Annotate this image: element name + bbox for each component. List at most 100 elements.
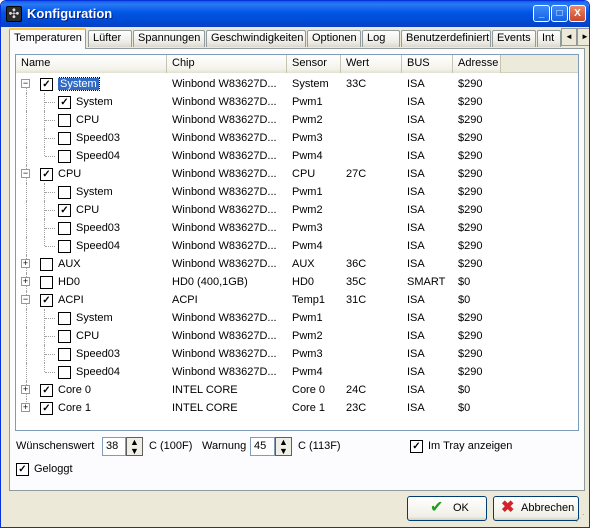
cell-bus: ISA bbox=[407, 348, 425, 360]
tree-line bbox=[44, 237, 45, 246]
table-row[interactable]: Speed04 Winbond W83627D... Pwm4 ISA $290 bbox=[16, 147, 578, 165]
table-row[interactable]: CPU Winbond W83627D... Pwm2 ISA $290 bbox=[16, 327, 578, 345]
minimize-button[interactable]: _ bbox=[533, 5, 550, 22]
tab-log[interactable]: Log bbox=[362, 30, 400, 47]
column-header-wert[interactable]: Wert bbox=[341, 55, 402, 73]
row-checkbox[interactable] bbox=[40, 276, 53, 289]
tab-temperaturen[interactable]: Temperaturen bbox=[9, 28, 86, 49]
maximize-button[interactable]: □ bbox=[551, 5, 568, 22]
row-checkbox[interactable]: ✓ bbox=[40, 78, 53, 91]
row-checkbox[interactable]: ✓ bbox=[40, 168, 53, 181]
table-row[interactable]: + HD0 HD0 (400,1GB) HD0 35C SMART $0 bbox=[16, 273, 578, 291]
row-checkbox[interactable] bbox=[58, 132, 71, 145]
resize-grip-icon[interactable]: ⋰ bbox=[575, 513, 587, 525]
table-row[interactable]: Speed03 Winbond W83627D... Pwm3 ISA $290 bbox=[16, 219, 578, 237]
table-row[interactable]: + AUX Winbond W83627D... AUX 36C ISA $290 bbox=[16, 255, 578, 273]
expand-icon[interactable]: + bbox=[21, 259, 30, 268]
cancel-button[interactable]: ✖ Abbrechen bbox=[493, 496, 579, 521]
expand-icon[interactable]: + bbox=[21, 385, 30, 394]
tree-line bbox=[26, 219, 27, 237]
tab-luefter[interactable]: Lüfter bbox=[88, 30, 132, 47]
row-checkbox[interactable]: ✓ bbox=[58, 204, 71, 217]
table-row[interactable]: ✓ System Winbond W83627D... Pwm1 ISA $290 bbox=[16, 93, 578, 111]
column-header-sensor[interactable]: Sensor bbox=[287, 55, 341, 73]
row-name: Core 0 bbox=[58, 384, 92, 396]
table-row[interactable]: System Winbond W83627D... Pwm1 ISA $290 bbox=[16, 309, 578, 327]
row-checkbox[interactable] bbox=[58, 348, 71, 361]
tab-scroll-right-icon[interactable]: ► bbox=[577, 28, 589, 46]
table-row[interactable]: − ✓ System Winbond W83627D... System 33C ISA $2… bbox=[16, 75, 578, 93]
cell-bus: ISA bbox=[407, 204, 425, 216]
wunschwert-unit: C (100F) bbox=[149, 440, 193, 452]
row-checkbox[interactable] bbox=[40, 258, 53, 271]
tray-checkbox[interactable]: ✓ bbox=[410, 440, 423, 453]
sensor-tree-list[interactable]: Name Chip Sensor Wert BUS Adresse − ✓ Syst… bbox=[15, 54, 579, 431]
tab-spannungen[interactable]: Spannungen bbox=[133, 30, 205, 47]
row-checkbox[interactable]: ✓ bbox=[40, 294, 53, 307]
table-row[interactable]: System Winbond W83627D... Pwm1 ISA $290 bbox=[16, 183, 578, 201]
tree-line bbox=[26, 111, 27, 129]
table-row[interactable]: Speed03 Winbond W83627D... Pwm3 ISA $290 bbox=[16, 345, 578, 363]
table-row[interactable]: Speed04 Winbond W83627D... Pwm4 ISA $290 bbox=[16, 363, 578, 381]
table-row[interactable]: + ✓ Core 0 INTEL CORE Core 0 24C ISA $0 bbox=[16, 381, 578, 399]
table-row[interactable]: Speed03 Winbond W83627D... Pwm3 ISA $290 bbox=[16, 129, 578, 147]
table-row[interactable]: − ✓ ACPI ACPI Temp1 31C ISA $0 bbox=[16, 291, 578, 309]
tab-events[interactable]: Events bbox=[492, 30, 536, 47]
cell-sensor: Temp1 bbox=[292, 294, 326, 306]
tab-benutzerdefiniert[interactable]: Benutzerdefiniert bbox=[401, 30, 491, 47]
column-header-name[interactable]: Name bbox=[16, 55, 167, 73]
cell-chip: ACPI bbox=[172, 294, 198, 306]
wunschwert-label: Wünschenswert bbox=[16, 440, 95, 452]
tab-geschwindigkeiten[interactable]: Geschwindigkeiten bbox=[206, 30, 306, 47]
row-checkbox[interactable]: ✓ bbox=[40, 384, 53, 397]
cell-name: AUX bbox=[58, 255, 166, 273]
row-name: Speed04 bbox=[76, 366, 121, 378]
tab-scroll-left-icon[interactable]: ◄ bbox=[561, 28, 577, 46]
row-checkbox[interactable] bbox=[58, 240, 71, 253]
collapse-icon[interactable]: − bbox=[21, 169, 30, 178]
column-header-adresse[interactable]: Adresse bbox=[453, 55, 501, 73]
row-checkbox[interactable]: ✓ bbox=[58, 96, 71, 109]
warnung-spinner-icon[interactable]: ▲ ▼ bbox=[275, 437, 292, 456]
cell-sensor: Pwm1 bbox=[292, 312, 323, 324]
close-button[interactable]: X bbox=[569, 5, 586, 22]
table-row[interactable]: ✓ CPU Winbond W83627D... Pwm2 ISA $290 bbox=[16, 201, 578, 219]
table-row[interactable]: + ✓ Core 1 INTEL CORE Core 1 23C ISA $0 bbox=[16, 399, 578, 417]
column-header-bus[interactable]: BUS bbox=[402, 55, 453, 73]
cell-chip: Winbond W83627D... bbox=[172, 114, 277, 126]
cell-name: Core 1 bbox=[58, 399, 166, 417]
table-row[interactable]: Speed04 Winbond W83627D... Pwm4 ISA $290 bbox=[16, 237, 578, 255]
cell-bus: ISA bbox=[407, 96, 425, 108]
geloggt-checkbox[interactable]: ✓ bbox=[16, 463, 29, 476]
row-checkbox[interactable] bbox=[58, 330, 71, 343]
wunschwert-spinner-icon[interactable]: ▲ ▼ bbox=[126, 437, 143, 456]
column-header-chip[interactable]: Chip bbox=[167, 55, 287, 73]
expand-icon[interactable]: + bbox=[21, 277, 30, 286]
row-checkbox[interactable] bbox=[58, 222, 71, 235]
row-name: Speed03 bbox=[76, 222, 121, 234]
row-checkbox[interactable]: ✓ bbox=[40, 402, 53, 415]
cell-sensor: Core 0 bbox=[292, 384, 326, 396]
cell-name: System bbox=[76, 309, 166, 327]
tab-int[interactable]: Int bbox=[537, 30, 561, 47]
cell-wert bbox=[346, 327, 396, 345]
cell-chip: Winbond W83627D... bbox=[172, 312, 277, 324]
cell-wert bbox=[346, 309, 396, 327]
row-checkbox[interactable] bbox=[58, 186, 71, 199]
cell-sensor: Pwm4 bbox=[292, 366, 323, 378]
ok-button[interactable]: ✔ OK bbox=[407, 496, 487, 521]
table-row[interactable]: − ✓ CPU Winbond W83627D... CPU 27C ISA $290 bbox=[16, 165, 578, 183]
expand-icon[interactable]: + bbox=[21, 403, 30, 412]
warnung-input[interactable]: 45 bbox=[250, 437, 275, 456]
wunschwert-input[interactable]: 38 bbox=[102, 437, 126, 456]
cell-name: CPU bbox=[58, 165, 166, 183]
title-bar[interactable]: ✣ Konfiguration _ □ X bbox=[1, 1, 589, 27]
collapse-icon[interactable]: − bbox=[21, 79, 30, 88]
row-checkbox[interactable] bbox=[58, 150, 71, 163]
tab-optionen[interactable]: Optionen bbox=[307, 30, 361, 47]
row-checkbox[interactable] bbox=[58, 312, 71, 325]
collapse-icon[interactable]: − bbox=[21, 295, 30, 304]
row-checkbox[interactable] bbox=[58, 114, 71, 127]
row-checkbox[interactable] bbox=[58, 366, 71, 379]
table-row[interactable]: CPU Winbond W83627D... Pwm2 ISA $290 bbox=[16, 111, 578, 129]
